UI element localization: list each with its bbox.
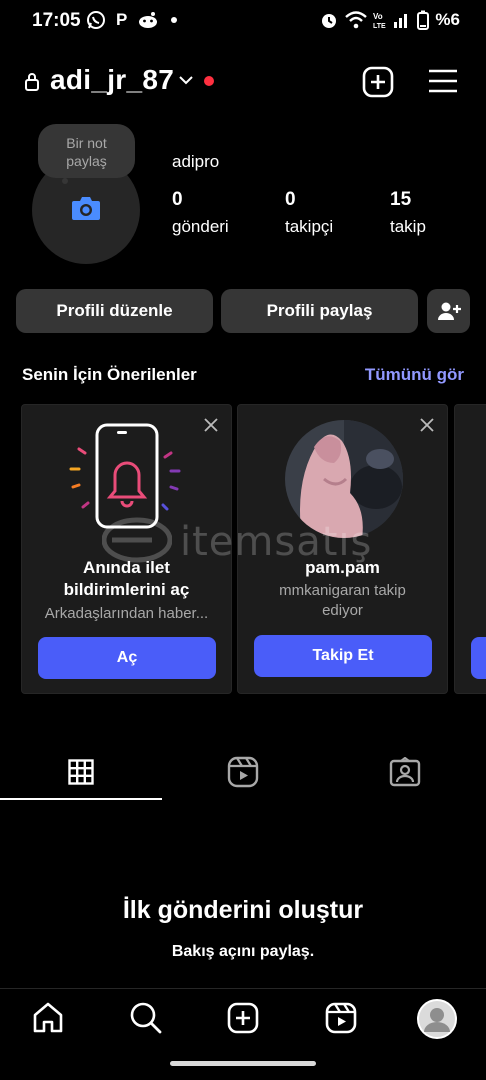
reels-icon (227, 756, 259, 788)
status-time: 17:05 (32, 10, 81, 31)
account-switcher[interactable]: adi_jr_87 (50, 64, 174, 96)
signal-icon (394, 14, 408, 28)
suggested-user-avatar[interactable] (284, 419, 404, 539)
create-icon (227, 1002, 259, 1034)
card-subtitle-line1: mmkanigaran takip (279, 582, 406, 599)
battery-level: %6 (435, 10, 460, 29)
reels-icon (325, 1002, 357, 1034)
suggested-username[interactable]: pam.pam (238, 557, 447, 579)
peek-follow-button[interactable] (471, 637, 486, 679)
card-subtitle: Arkadaşlarından haber... (44, 605, 209, 622)
discover-people-button[interactable] (427, 289, 470, 333)
status-right-icons: Vo LTE %6 (319, 10, 460, 30)
see-all-link[interactable]: Tümünü gör (365, 365, 464, 385)
empty-state-title: İlk gönderini oluştur (122, 896, 364, 924)
empty-state-subtitle: Bakış açını paylaş. (171, 943, 315, 960)
share-profile-button[interactable]: Profili paylaş (221, 289, 418, 333)
svg-text:Vo: Vo (373, 12, 383, 21)
close-icon[interactable] (419, 417, 435, 433)
dot-icon (171, 17, 178, 23)
display-name: adipro (172, 152, 220, 171)
phone-bell-icon (69, 423, 181, 529)
profile-header: adi_jr_87 (0, 58, 486, 106)
grid-icon (68, 759, 94, 785)
tab-reels[interactable] (162, 743, 324, 801)
active-tab-indicator (0, 798, 162, 800)
reddit-icon (139, 12, 158, 28)
note-bubble[interactable]: Bir not paylaş (38, 124, 135, 178)
note-line2: paylaş (66, 153, 107, 169)
tagged-icon (389, 757, 421, 787)
notification-dot (204, 76, 214, 86)
suggestion-card-peek[interactable] (454, 404, 486, 694)
alarm-icon (322, 14, 337, 28)
lock-icon (25, 73, 39, 91)
search-icon (130, 1002, 162, 1034)
close-icon[interactable] (203, 417, 219, 433)
stat-following-label: takip (390, 217, 426, 236)
whatsapp-icon (87, 11, 105, 29)
tab-tagged[interactable] (324, 743, 486, 801)
stat-following[interactable]: 15 takip (390, 189, 426, 237)
enable-notifications-button[interactable]: Aç (38, 637, 216, 679)
stat-posts: 0 gönderi (172, 189, 229, 237)
p-icon: P (116, 10, 128, 29)
note-line1: Bir not (66, 135, 107, 151)
status-bar: 17:05 P Vo LTE %6 (0, 0, 486, 42)
card-title-line2: bildirimlerini aç (63, 580, 190, 599)
chevron-down-icon[interactable] (178, 74, 194, 86)
volte-icon: Vo LTE (373, 12, 386, 30)
wifi-icon (345, 11, 368, 29)
nav-search[interactable] (129, 1001, 163, 1040)
edit-profile-button[interactable]: Profili düzenle (16, 289, 213, 333)
content-tabs (0, 743, 486, 801)
home-icon (33, 1002, 63, 1033)
add-user-icon (437, 302, 461, 320)
card-title-line1: Anında ilet (83, 558, 170, 577)
svg-text:LTE: LTE (373, 23, 386, 30)
nav-profile[interactable] (417, 999, 457, 1044)
menu-icon[interactable] (428, 68, 458, 94)
gesture-bar[interactable] (170, 1061, 316, 1066)
nav-reels[interactable] (324, 1001, 358, 1040)
camera-icon[interactable] (70, 194, 102, 222)
stat-following-value: 15 (390, 189, 412, 210)
card-subtitle-line2: ediyor (322, 602, 363, 619)
status-left-icons: P (86, 10, 179, 30)
stat-followers[interactable]: 0 takipçi (285, 189, 333, 237)
stat-posts-value: 0 (172, 189, 183, 210)
suggestions-title: Senin İçin Önerilenler (22, 365, 197, 384)
suggestion-card-notifications: Anında ilet bildirimlerini aç Arkadaşlar… (21, 404, 232, 694)
stat-followers-label: takipçi (285, 217, 334, 236)
stat-posts-label: gönderi (172, 217, 229, 236)
stat-followers-value: 0 (285, 189, 296, 210)
follow-button[interactable]: Takip Et (254, 635, 432, 677)
suggestion-card-user: pam.pam mmkanigaran takip ediyor Takip E… (237, 404, 448, 694)
nav-create[interactable] (226, 1001, 260, 1040)
note-bubble-tail (62, 178, 68, 184)
tab-posts[interactable] (0, 743, 162, 801)
create-icon[interactable] (362, 66, 394, 98)
profile-avatar (417, 999, 457, 1039)
battery-icon (417, 10, 430, 30)
nav-home[interactable] (31, 1001, 65, 1040)
bottom-navigation (0, 988, 486, 1050)
